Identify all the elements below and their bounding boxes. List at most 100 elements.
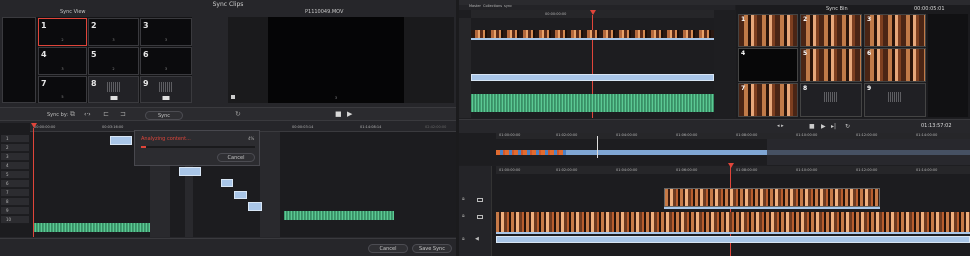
bin-cell-5[interactable]: 5 <box>800 48 862 82</box>
ruler-timecode: 01:08:00:00 <box>736 168 758 172</box>
overview-clip-segment[interactable] <box>496 150 566 155</box>
sync-clips-dialog: Sync Clips Sync View P1110049.MOV 12 23 … <box>0 0 456 256</box>
grid-cell-2[interactable]: 23 <box>88 18 139 46</box>
lock-icon[interactable]: 🔒︎ <box>462 237 465 242</box>
stop-icon[interactable]: ■ <box>335 111 342 118</box>
grid-cell-4[interactable]: 43 <box>38 47 87 75</box>
playhead-marker[interactable] <box>728 163 734 168</box>
audio-track-icon[interactable]: ◀ <box>475 237 479 242</box>
editor-window: Master Collections sync 00:00:00:00 Sync… <box>459 0 970 256</box>
sync-by-label: Sync by: <box>47 112 69 118</box>
track-header[interactable]: 6 <box>1 180 29 188</box>
source-timeline: 00:00:00:00 <box>459 10 714 118</box>
track-header[interactable]: 5 <box>1 171 29 179</box>
video-clip-v2[interactable] <box>664 188 880 207</box>
video-clip[interactable] <box>179 167 201 176</box>
tab-master[interactable]: Master <box>469 4 481 9</box>
bin-cell-9[interactable]: 9 <box>864 83 926 117</box>
track-header[interactable]: 4 <box>1 162 29 170</box>
stop-icon[interactable]: ■ <box>809 124 815 130</box>
transport-bar: ◂ ▸ ■ ▶ ▸| ↻ 01:13:57:02 <box>459 119 970 133</box>
ruler-timecode: 00:00:00:00 <box>34 125 56 129</box>
ruler-timecode: 01:14:08:14 <box>360 125 382 129</box>
track-header[interactable]: 1 <box>1 135 29 143</box>
sync-view-label: Sync View <box>60 9 86 15</box>
bin-cell-8[interactable]: 8 <box>800 83 862 117</box>
video-clip-v1[interactable] <box>496 212 970 232</box>
audio-clip[interactable] <box>284 211 394 220</box>
waveform-sync-icon[interactable]: ‹·› <box>84 112 91 118</box>
grid-cell-9[interactable]: 9 <box>140 76 192 103</box>
progress-cancel-button[interactable]: Cancel <box>217 153 255 162</box>
dialog-footer: Cancel Save Sync <box>0 238 456 256</box>
track-header[interactable]: 10 <box>1 216 29 224</box>
play-icon[interactable]: ▶ <box>821 124 826 130</box>
audio-waveform-icon <box>159 82 173 92</box>
progress-bar-fill <box>141 146 146 148</box>
ruler-timecode: 01:10:00:00 <box>796 168 818 172</box>
ruler-timecode: 01:14:00:00 <box>916 133 938 137</box>
video-clip-strip[interactable] <box>471 74 714 81</box>
grid-cell-8[interactable]: 8 <box>88 76 139 103</box>
clip-bar <box>471 38 714 40</box>
tab-sync[interactable]: sync <box>504 4 512 9</box>
timeline-gap <box>260 132 280 237</box>
cancel-button[interactable]: Cancel <box>368 244 408 253</box>
overview-viewport[interactable] <box>767 139 970 165</box>
timecode-sync-icon[interactable]: ⧉ <box>70 111 75 118</box>
sync-timeline: 00:00:00:00 00:03:16:00 00:00:03:14 01:1… <box>0 123 456 237</box>
tab-collections[interactable]: Collections <box>483 4 502 9</box>
clip-bar <box>664 207 880 209</box>
grid-cell-1[interactable]: 12 <box>38 18 87 46</box>
sync-bin: Sync Bin 00:00:05:01 1 2 3 4 5 6 7 8 9 <box>736 5 970 118</box>
clip-bar <box>496 232 970 234</box>
audio-clip-a1[interactable] <box>496 236 970 243</box>
reset-icon[interactable]: ↻ <box>235 111 241 118</box>
playhead-marker[interactable] <box>590 10 596 15</box>
ruler-timecode: 00:00:03:14 <box>292 125 314 129</box>
compare-icon[interactable] <box>231 95 235 99</box>
bin-cell-3[interactable]: 3 <box>864 14 926 47</box>
grid-cell-7[interactable]: 75 <box>38 76 87 103</box>
preview-panel: 3 <box>228 17 454 103</box>
grid-cell-3[interactable]: 33 <box>140 18 192 46</box>
video-clip[interactable] <box>248 202 262 211</box>
grid-cell-5[interactable]: 52 <box>88 47 139 75</box>
sync-button[interactable]: Sync <box>145 111 183 120</box>
sync-bin-title: Sync Bin <box>826 6 848 12</box>
lock-icon[interactable]: 🔒︎ <box>462 197 465 202</box>
bin-cell-7[interactable]: 7 <box>738 83 798 117</box>
track-header[interactable]: 3 <box>1 153 29 161</box>
bin-cell-6[interactable]: 6 <box>864 48 926 82</box>
video-clip[interactable] <box>110 136 132 145</box>
track-header[interactable]: 9 <box>1 207 29 215</box>
video-clip[interactable] <box>221 179 233 187</box>
loop-icon[interactable]: ↻ <box>845 124 850 130</box>
marker-sync-icon[interactable]: ⊏ <box>103 111 109 118</box>
track-header[interactable]: 8 <box>1 198 29 206</box>
video-track-icon[interactable] <box>477 198 483 202</box>
overview-playhead[interactable] <box>597 136 598 158</box>
bin-cell-4[interactable]: 4 <box>738 48 798 82</box>
track-header[interactable]: 7 <box>1 189 29 197</box>
sync-bin-timecode: 00:00:05:01 <box>914 6 945 12</box>
bin-cell-2[interactable]: 2 <box>800 14 862 47</box>
playhead-marker[interactable] <box>31 123 37 128</box>
play-icon[interactable]: ▶ <box>347 111 352 118</box>
prev-icon[interactable]: ◂ ▸ <box>777 124 784 129</box>
audio-tag <box>162 96 170 100</box>
audio-clip[interactable] <box>34 223 150 232</box>
track-header[interactable]: 2 <box>1 144 29 152</box>
lock-icon[interactable]: 🔒︎ <box>462 214 465 219</box>
bin-cell-1[interactable]: 1 <box>738 14 798 47</box>
audio-clip-strip[interactable] <box>471 94 714 112</box>
save-sync-button[interactable]: Save Sync <box>412 244 452 253</box>
video-clip[interactable] <box>234 191 247 199</box>
preview-number: 3 <box>334 95 338 100</box>
ruler-timecode: 00:03:16:00 <box>102 125 124 129</box>
video-clip-strip[interactable] <box>471 30 714 38</box>
video-track-icon[interactable] <box>477 215 483 219</box>
in-point-sync-icon[interactable]: ⊐ <box>120 111 126 118</box>
grid-cell-6[interactable]: 63 <box>140 47 192 75</box>
next-frame-icon[interactable]: ▸| <box>831 124 836 130</box>
